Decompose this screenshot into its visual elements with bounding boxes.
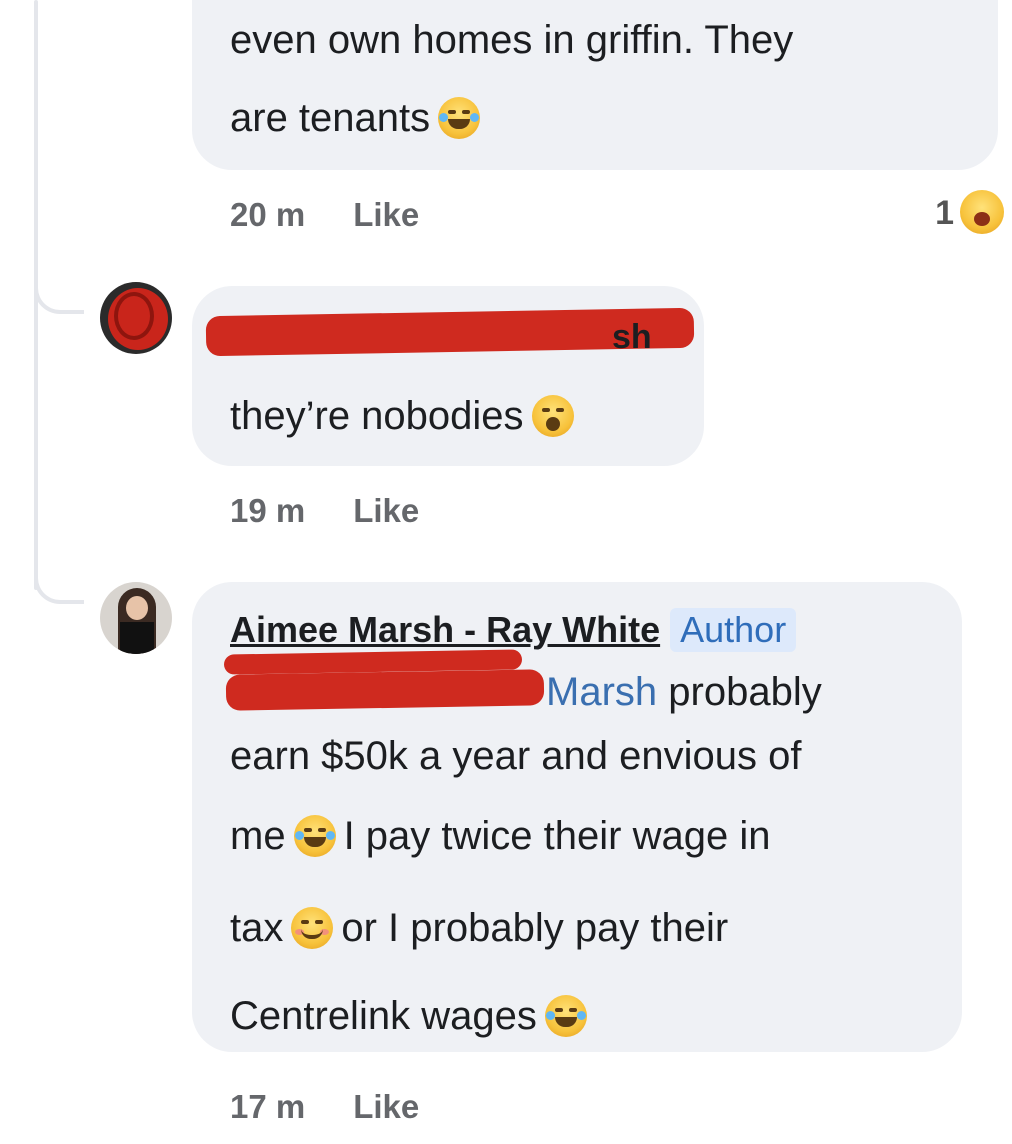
comment-text-line: Marsh probably xyxy=(546,668,822,716)
comment-author-line: Aimee Marsh - Ray White Author xyxy=(230,606,797,654)
reaction-count: 1 xyxy=(935,194,954,232)
comment-text: me xyxy=(230,814,286,858)
comment-text-line: Centrelink wages xyxy=(230,992,595,1040)
comment-text-line: me I pay twice their wage in xyxy=(230,812,770,860)
comment-text-line: tax or I probably pay their xyxy=(230,904,728,952)
mention-link[interactable]: Marsh xyxy=(546,670,657,714)
like-button[interactable]: Like xyxy=(353,196,419,233)
comment-text-line: even own homes in griffin. They xyxy=(230,18,794,62)
smiling-face-icon xyxy=(291,907,334,949)
wow-reaction-icon xyxy=(960,190,1004,234)
comment-timestamp[interactable]: 17 m xyxy=(230,1088,305,1125)
comment-author-name[interactable]: Aimee Marsh - Ray White xyxy=(230,609,660,650)
comment-text: they’re nobodies xyxy=(230,394,524,438)
redacted-mention xyxy=(225,669,545,711)
comment-text: are tenants xyxy=(230,96,431,140)
comment-timestamp[interactable]: 19 m xyxy=(230,492,305,529)
author-name-partial: sh xyxy=(612,318,652,356)
laughing-tears-icon xyxy=(544,995,587,1037)
comment-meta: 19 m Like xyxy=(230,492,419,530)
laughing-tears-icon xyxy=(438,97,481,139)
comment-meta: 20 m Like xyxy=(230,196,419,234)
comment-text: or I probably pay their xyxy=(341,906,729,950)
like-button[interactable]: Like xyxy=(353,1088,419,1125)
reply-connector-curve xyxy=(34,282,84,314)
reaction-summary[interactable]: 1 xyxy=(935,190,1004,234)
yawn-icon xyxy=(531,395,574,437)
avatar[interactable] xyxy=(100,582,172,654)
comment-text: I pay twice their wage in xyxy=(343,814,771,858)
comment-text-line: are tenants xyxy=(230,94,488,142)
comment-meta: 17 m Like xyxy=(230,1088,419,1126)
laughing-tears-icon xyxy=(293,815,336,857)
comment-text: tax xyxy=(230,906,284,950)
author-badge: Author xyxy=(670,608,797,652)
comment-text: Centrelink wages xyxy=(230,994,537,1038)
avatar[interactable] xyxy=(100,282,172,354)
comment-text-line: earn $50k a year and envious of xyxy=(230,734,802,778)
comment-text-line: they’re nobodies xyxy=(230,392,582,440)
reply-connector-curve xyxy=(34,572,84,604)
comment-timestamp[interactable]: 20 m xyxy=(230,196,305,233)
comment-text: probably xyxy=(668,670,822,714)
like-button[interactable]: Like xyxy=(353,492,419,529)
